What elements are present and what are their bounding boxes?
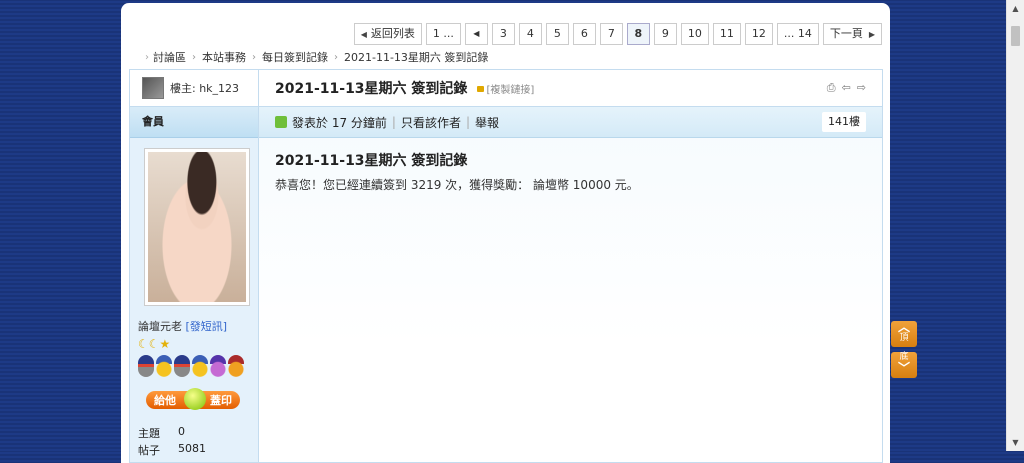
post-body-column: 2021-11-13星期六 簽到記錄 [複製鏈接] ⎙ ⇦ ⇨ 發表於 17 分… — [259, 70, 882, 462]
only-author-link[interactable]: 只看該作者 — [401, 114, 461, 131]
avatar-frame[interactable] — [144, 148, 250, 306]
medal-icon[interactable] — [228, 355, 244, 377]
post-title: 2021-11-13星期六 簽到記錄 — [275, 81, 468, 97]
page-link[interactable]: 12 — [744, 23, 773, 45]
scroll-thumb[interactable] — [1011, 26, 1020, 46]
content-title: 2021-11-13星期六 簽到記錄 — [275, 153, 468, 169]
page-link[interactable]: 6 — [572, 23, 596, 45]
avatar[interactable] — [142, 77, 164, 99]
prev-page-button[interactable]: ◀ — [464, 23, 488, 45]
author-name[interactable]: 樓主: hk_123 — [170, 80, 239, 96]
forum-container: ◀ 返回列表 1 ... ◀ 3 4 5 6 7 8 9 10 11 12 ...… — [121, 3, 890, 463]
arrow-right-icon: ▶ — [868, 30, 875, 39]
chevron-right-icon: › — [252, 51, 256, 63]
next-thread-icon[interactable]: ⇨ — [857, 81, 866, 95]
medals — [138, 355, 258, 377]
avatar-photo — [148, 152, 246, 302]
page-link[interactable]: 7 — [599, 23, 623, 45]
thread-tools: ⎙ ⇦ ⇨ — [827, 81, 866, 95]
send-message-link[interactable]: [發短訊] — [186, 320, 228, 333]
chevron-up-icon: ︿ — [897, 320, 910, 334]
post: 樓主: hk_123 會員 論壇元老 [發短訊] ☾☾★ 給他 蓋印 主題 0 … — [129, 69, 883, 463]
prev-thread-icon[interactable]: ⇦ — [842, 81, 851, 95]
author-bar: 樓主: hk_123 — [130, 70, 258, 107]
content-text: 恭喜您！您已經連續簽到 3219 次，獲得獎勵： 論壇幣 10000 元。 — [275, 178, 639, 192]
page-current: 8 — [626, 23, 650, 45]
page-link[interactable]: 10 — [680, 23, 709, 45]
post-info-bar: 發表於 17 分鐘前 | 只看該作者 | 舉報 141樓 — [259, 107, 882, 138]
next-page-button[interactable]: 下一頁 ▶ — [822, 23, 882, 45]
arrow-left-icon: ◀ — [360, 30, 367, 39]
user-rank: 論壇元老 [發短訊] — [138, 320, 228, 333]
page-link[interactable]: ... 14 — [776, 23, 819, 45]
page-link[interactable]: 5 — [545, 23, 569, 45]
pager: ◀ 返回列表 1 ... ◀ 3 4 5 6 7 8 9 10 11 12 ...… — [353, 23, 882, 45]
scroll-top-button[interactable]: ︿ 頂 — [891, 321, 917, 347]
author-column: 樓主: hk_123 會員 論壇元老 [發短訊] ☾☾★ 給他 蓋印 主題 0 … — [130, 70, 259, 462]
lock-icon — [477, 86, 485, 92]
stamp-button[interactable]: 給他 蓋印 — [146, 388, 240, 410]
breadcrumb-current: 2021-11-13星期六 簽到記錄 — [344, 51, 489, 64]
medal-icon[interactable] — [192, 355, 208, 377]
page-link[interactable]: 3 — [491, 23, 515, 45]
breadcrumb-link[interactable]: 每日簽到記錄 — [262, 49, 328, 65]
scroll-bottom-button[interactable]: 底 ﹀ — [891, 352, 917, 378]
posted-time: 發表於 17 分鐘前 — [292, 115, 387, 130]
page-link[interactable]: 9 — [653, 23, 677, 45]
chevron-right-icon: › — [334, 51, 338, 63]
scroll-up-icon[interactable]: ▲ — [1007, 0, 1024, 17]
title-bar: 2021-11-13星期六 簽到記錄 [複製鏈接] ⎙ ⇦ ⇨ — [259, 70, 882, 107]
stat-row: 主題 0 — [138, 425, 185, 442]
medal-icon[interactable] — [138, 355, 154, 377]
rank-stars-icon: ☾☾★ — [138, 337, 171, 351]
copy-link[interactable]: [複製鏈接] — [486, 81, 534, 96]
user-stats: 主題 0 帖子 5081 — [138, 425, 258, 459]
breadcrumb: › 討論區 › 本站事務 › 每日簽到記錄 › 2021-11-13星期六 簽到… — [145, 49, 488, 65]
print-icon[interactable]: ⎙ — [827, 81, 836, 95]
user-icon — [275, 116, 287, 128]
stat-value[interactable]: 0 — [178, 425, 185, 442]
stamp-ball-icon — [184, 388, 206, 410]
chevron-down-icon: ﹀ — [897, 361, 910, 375]
chevron-right-icon: › — [192, 51, 196, 63]
medal-icon[interactable] — [156, 355, 172, 377]
member-label: 會員 — [130, 107, 258, 138]
floor-number[interactable]: 141樓 — [822, 112, 866, 132]
medal-icon[interactable] — [174, 355, 190, 377]
back-to-list-button[interactable]: ◀ 返回列表 — [353, 23, 422, 45]
page-link[interactable]: 11 — [712, 23, 741, 45]
arrow-left-icon: ◀ — [473, 29, 480, 38]
scroll-down-icon[interactable]: ▼ — [1007, 434, 1024, 451]
scrollbar[interactable]: ▲ ▼ — [1006, 0, 1024, 451]
page-link[interactable]: 1 ... — [425, 23, 461, 45]
report-link[interactable]: 舉報 — [475, 114, 499, 131]
page-link[interactable]: 4 — [518, 23, 542, 45]
medal-icon[interactable] — [210, 355, 226, 377]
breadcrumb-link[interactable]: 本站事務 — [202, 49, 246, 65]
breadcrumb-link[interactable]: 討論區 — [153, 49, 186, 65]
home-icon[interactable]: › — [145, 52, 149, 63]
